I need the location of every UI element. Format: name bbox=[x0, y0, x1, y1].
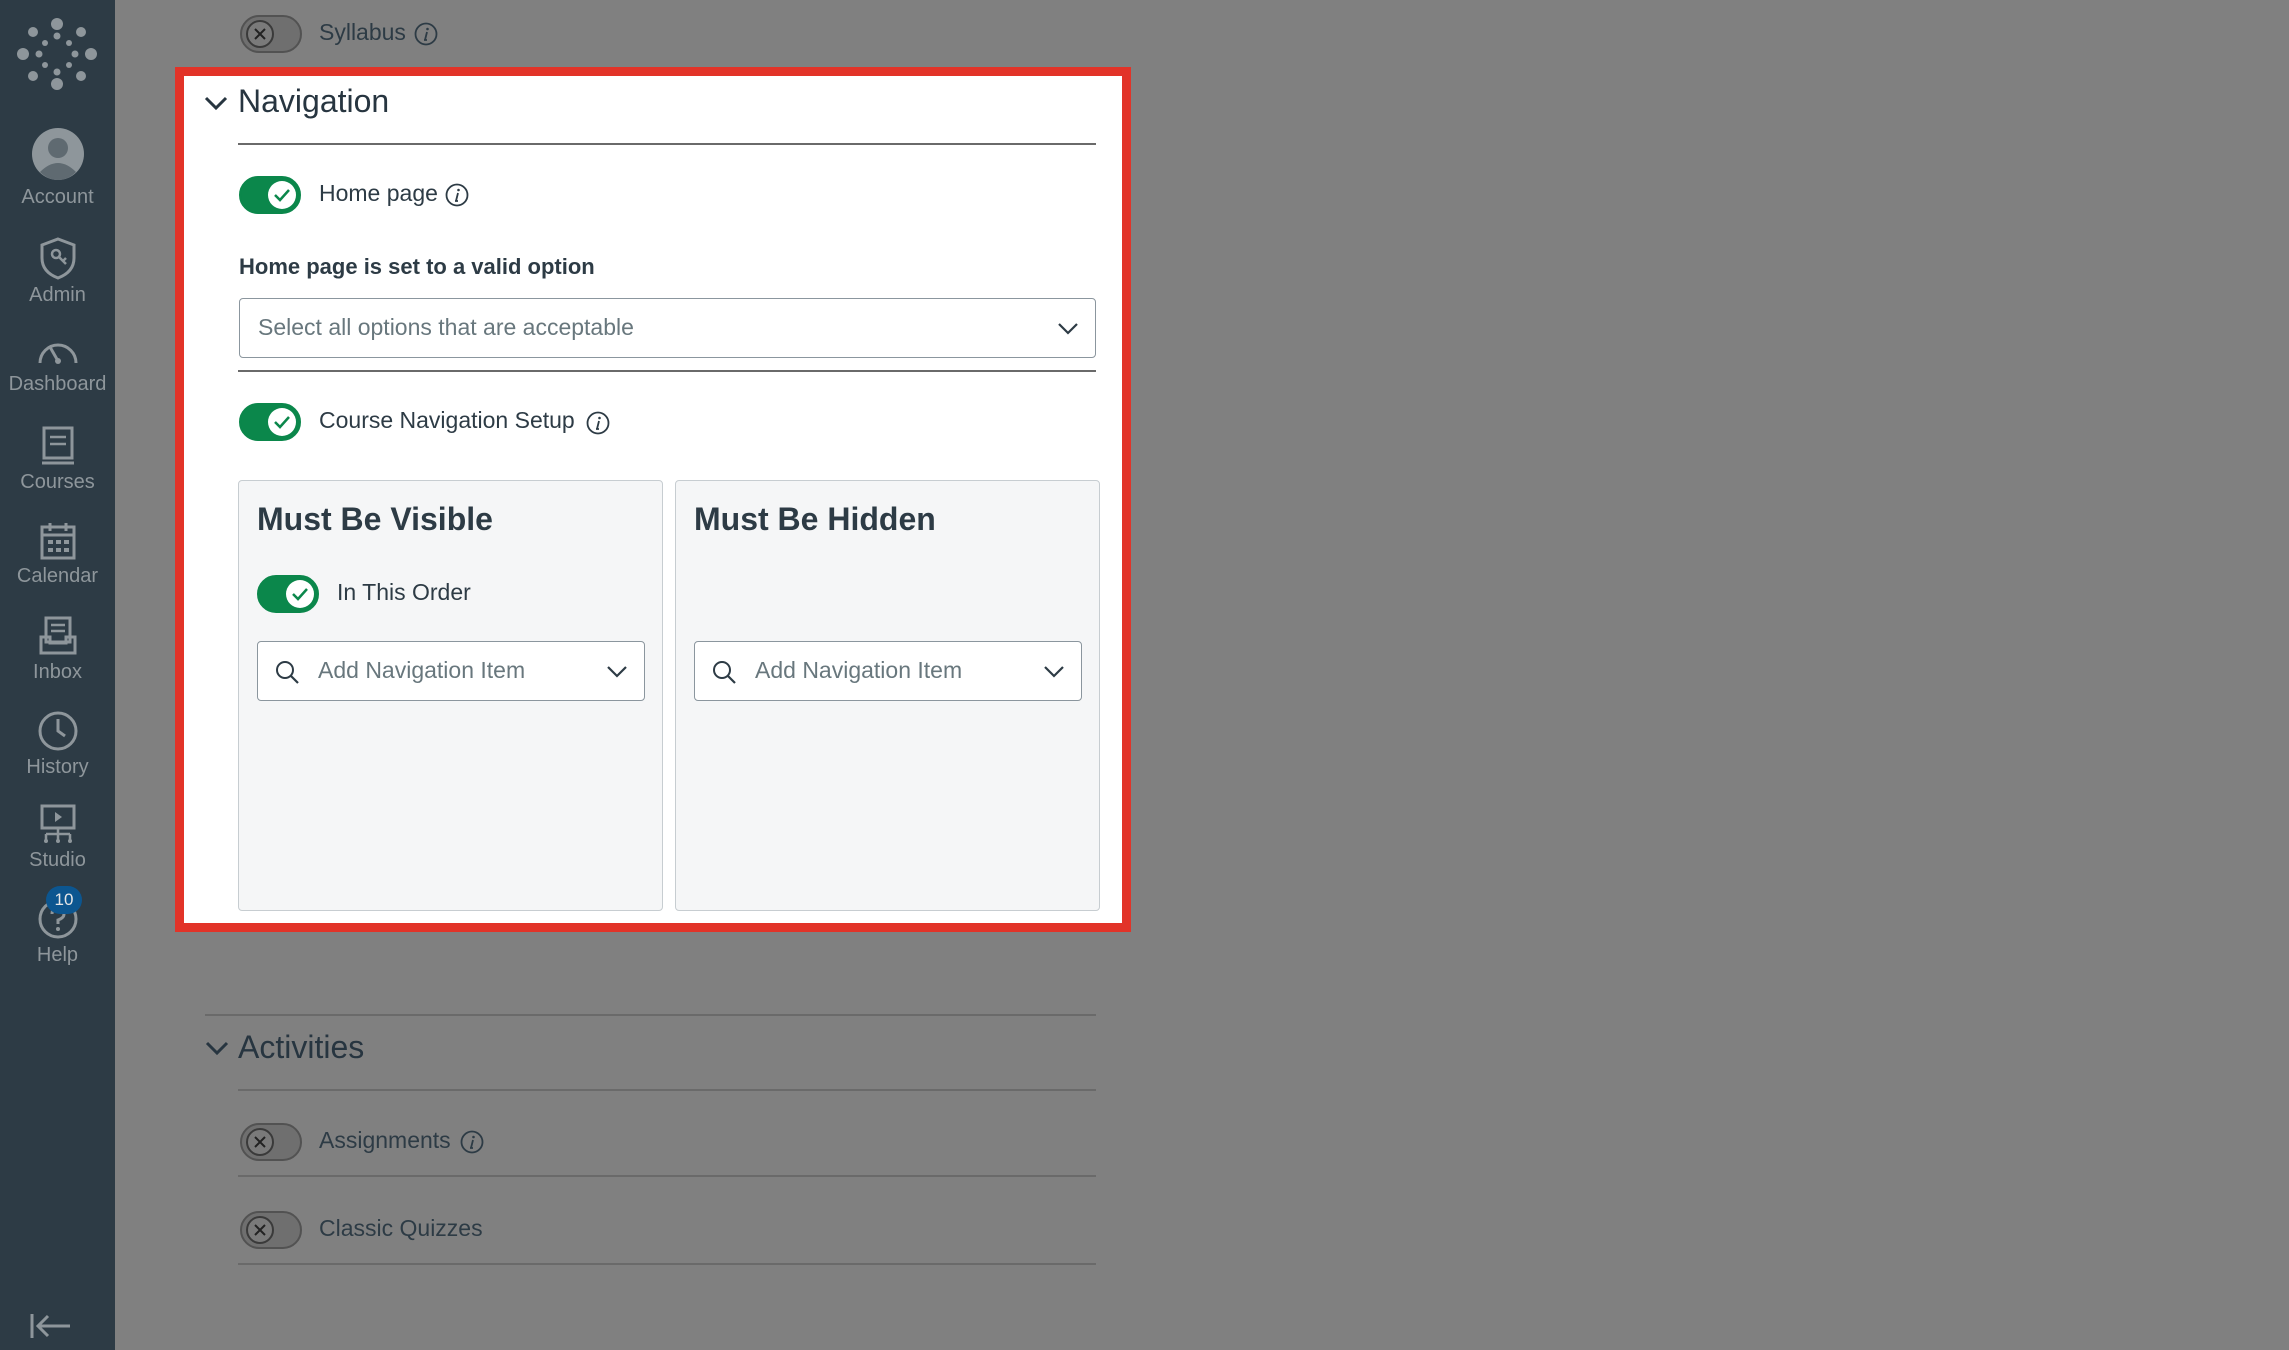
nav-dashboard-label: Dashboard bbox=[8, 373, 107, 395]
calendar-icon bbox=[40, 523, 75, 560]
assignments-toggle[interactable] bbox=[240, 1123, 302, 1161]
divider bbox=[238, 143, 1096, 145]
nav-account-label: Account bbox=[21, 186, 94, 208]
nav-calendar-label: Calendar bbox=[16, 565, 99, 587]
nav-studio-label: Studio bbox=[29, 849, 86, 871]
divider bbox=[238, 370, 1096, 372]
must-be-visible-title: Must Be Visible bbox=[257, 501, 493, 537]
course-navigation-label: Course Navigation Setup bbox=[319, 407, 575, 433]
dashboard-icon bbox=[38, 343, 77, 364]
home-page-toggle[interactable] bbox=[239, 176, 301, 214]
courses-icon bbox=[41, 426, 74, 465]
chevron-down-icon bbox=[1058, 323, 1078, 335]
account-icon bbox=[31, 128, 84, 180]
check-icon bbox=[274, 189, 290, 202]
add-visible-nav-item-placeholder: Add Navigation Item bbox=[318, 657, 526, 683]
home-page-label: Home page bbox=[319, 180, 438, 206]
nav-admin[interactable]: Admin bbox=[0, 236, 115, 307]
nav-history[interactable]: History bbox=[0, 710, 115, 779]
course-navigation-info-icon[interactable] bbox=[586, 411, 610, 435]
chevron-down-icon[interactable] bbox=[204, 95, 228, 113]
check-icon bbox=[274, 416, 290, 429]
x-icon bbox=[254, 28, 266, 40]
syllabus-toggle[interactable] bbox=[240, 15, 302, 53]
navigation-section-title: Navigation bbox=[238, 83, 390, 119]
course-navigation-toggle[interactable] bbox=[239, 403, 301, 441]
inbox-icon bbox=[39, 616, 76, 655]
help-notification-badge: 10 bbox=[46, 886, 82, 914]
assignments-label: Assignments bbox=[319, 1127, 451, 1153]
in-this-order-label: In This Order bbox=[337, 579, 471, 605]
admin-icon bbox=[40, 237, 75, 280]
check-icon bbox=[292, 588, 308, 601]
nav-inbox[interactable]: Inbox bbox=[0, 615, 115, 684]
studio-icon bbox=[40, 804, 75, 843]
classic-quizzes-label: Classic Quizzes bbox=[319, 1215, 483, 1241]
chevron-down-icon bbox=[1044, 666, 1064, 678]
x-icon bbox=[254, 1136, 266, 1148]
in-this-order-toggle[interactable] bbox=[257, 575, 319, 613]
search-icon bbox=[713, 661, 736, 684]
nav-courses-label: Courses bbox=[20, 471, 95, 493]
home-page-options-select[interactable]: Select all options that are acceptable bbox=[239, 298, 1096, 358]
history-icon bbox=[38, 711, 77, 751]
nav-admin-label: Admin bbox=[29, 284, 86, 306]
home-page-info-icon[interactable] bbox=[445, 183, 469, 207]
nav-help-label: Help bbox=[36, 944, 79, 966]
divider bbox=[238, 1263, 1096, 1265]
activities-section-title: Activities bbox=[238, 1029, 365, 1065]
syllabus-label: Syllabus bbox=[319, 19, 406, 45]
divider bbox=[238, 1089, 1096, 1091]
navigation-section: Navigation Home page Home page is set to… bbox=[175, 67, 1131, 932]
divider bbox=[238, 1175, 1096, 1177]
canvas-logo-icon[interactable] bbox=[17, 18, 97, 90]
nav-courses[interactable]: Courses bbox=[0, 425, 115, 494]
chevron-down-icon bbox=[607, 666, 627, 678]
nav-account[interactable]: Account bbox=[0, 126, 115, 209]
nav-help[interactable]: 10 Help bbox=[0, 886, 115, 967]
divider bbox=[205, 1014, 1096, 1016]
home-page-select-placeholder: Select all options that are acceptable bbox=[258, 314, 634, 340]
home-page-valid-heading: Home page is set to a valid option bbox=[239, 254, 595, 279]
x-icon bbox=[254, 1224, 266, 1236]
global-navigation: Account Admin Dashboard Courses Calendar… bbox=[0, 0, 115, 1350]
assignments-info-icon[interactable] bbox=[460, 1130, 484, 1154]
nav-studio[interactable]: Studio bbox=[0, 803, 115, 872]
add-hidden-nav-item-combobox[interactable]: Add Navigation Item bbox=[694, 641, 1082, 701]
must-be-hidden-panel: Must Be Hidden Add Navigation Item bbox=[675, 480, 1100, 911]
nav-inbox-label: Inbox bbox=[33, 661, 82, 683]
nav-dashboard[interactable]: Dashboard bbox=[0, 333, 115, 396]
collapse-nav-icon[interactable] bbox=[28, 1310, 74, 1342]
nav-calendar[interactable]: Calendar bbox=[0, 521, 115, 588]
syllabus-info-icon[interactable] bbox=[414, 22, 438, 46]
chevron-down-icon[interactable] bbox=[205, 1040, 229, 1058]
must-be-visible-panel: Must Be Visible In This Order Add Naviga… bbox=[238, 480, 663, 911]
add-visible-nav-item-combobox[interactable]: Add Navigation Item bbox=[257, 641, 645, 701]
add-hidden-nav-item-placeholder: Add Navigation Item bbox=[755, 657, 963, 683]
classic-quizzes-toggle[interactable] bbox=[240, 1211, 302, 1249]
must-be-hidden-title: Must Be Hidden bbox=[694, 501, 936, 537]
search-icon bbox=[276, 661, 299, 684]
nav-history-label: History bbox=[26, 756, 89, 778]
